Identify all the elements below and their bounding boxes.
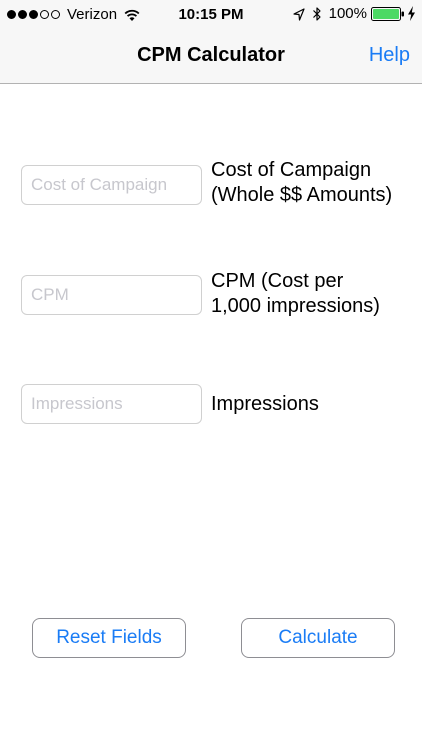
- bluetooth-icon: [312, 6, 321, 21]
- cpm-input[interactable]: [21, 275, 202, 315]
- battery-icon: [371, 6, 404, 21]
- navigation-bar: CPM Calculator Help: [0, 30, 422, 84]
- reset-fields-button[interactable]: Reset Fields: [32, 618, 186, 658]
- help-button[interactable]: Help: [369, 44, 410, 67]
- status-right: 100%: [293, 5, 416, 22]
- cost-of-campaign-input[interactable]: [21, 165, 202, 205]
- impressions-label-line-1: Impressions: [211, 393, 319, 415]
- impressions-label: Impressions: [211, 392, 319, 417]
- battery-percentage: 100%: [328, 5, 367, 22]
- status-bar: Verizon 10:15 PM 100%: [0, 0, 422, 30]
- cost-of-campaign-label-line-2: (Whole $$ Amounts): [211, 184, 393, 206]
- cpm-label-line-1: CPM (Cost per: [211, 270, 344, 292]
- charging-bolt-icon: [408, 6, 415, 21]
- cpm-label: CPM (Cost per 1,000 impressions): [211, 269, 380, 319]
- cost-of-campaign-label: Cost of Campaign (Whole $$ Amounts): [211, 158, 392, 208]
- calculate-button[interactable]: Calculate: [241, 618, 395, 658]
- cpm-label-line-2: 1,000 impressions): [211, 295, 380, 317]
- page-title: CPM Calculator: [137, 44, 285, 66]
- location-arrow-icon: [293, 7, 305, 21]
- impressions-input[interactable]: [21, 384, 202, 424]
- cost-of-campaign-label-line-1: Cost of Campaign: [211, 159, 372, 181]
